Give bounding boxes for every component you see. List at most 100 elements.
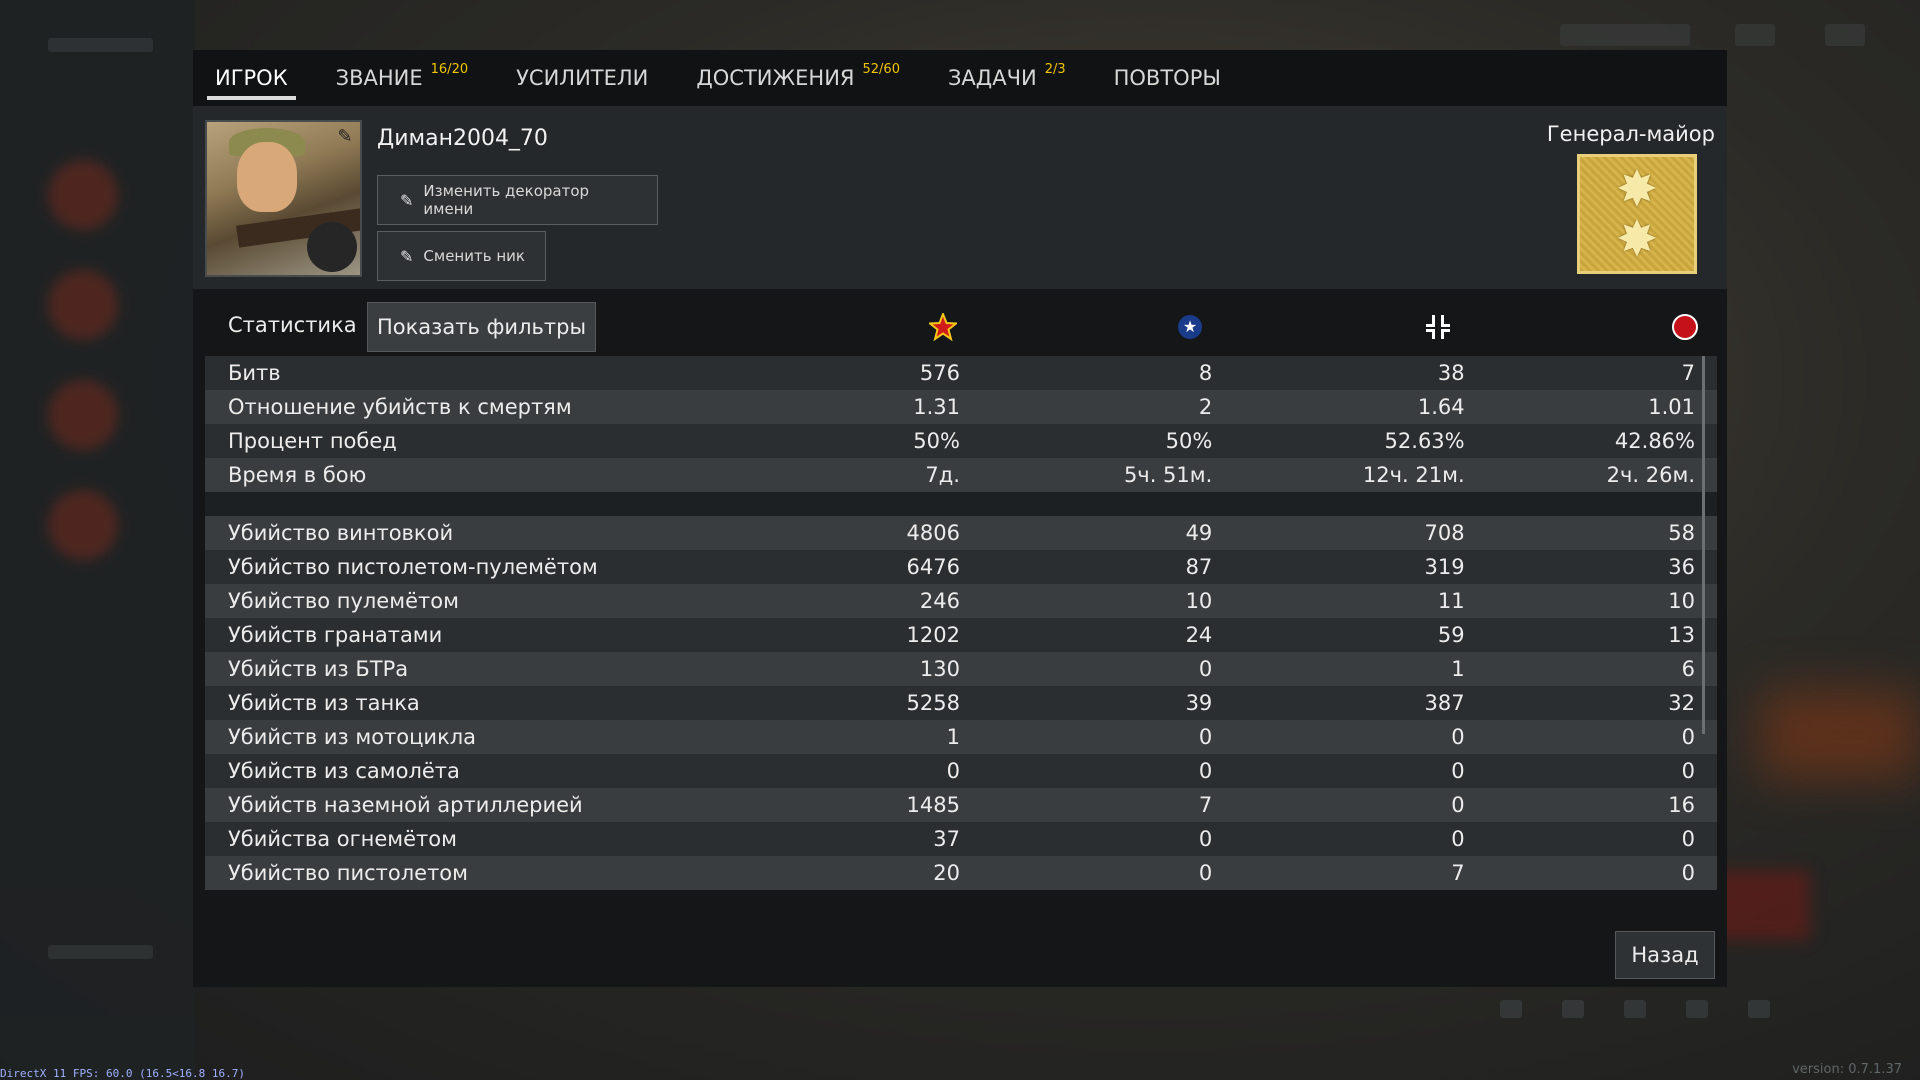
scrollbar[interactable]	[1702, 356, 1705, 734]
background-glow	[1760, 690, 1920, 780]
row-value: 58	[1464, 516, 1717, 550]
row-value: 49	[959, 516, 1213, 550]
table-row: Убийство винтовкой 4806 49 708 58	[205, 516, 1717, 550]
rank-title: Генерал-майор	[1546, 122, 1715, 146]
row-value: 36	[1464, 550, 1717, 584]
row-value: 42.86%	[1464, 424, 1717, 458]
row-value: 10	[1464, 584, 1717, 618]
stats-header: Статистика Показать фильтры ★	[205, 292, 1717, 356]
fps-counter: DirectX 11 FPS: 60.0 (16.5<16.8 16.7)	[0, 1067, 246, 1080]
row-label: Убийств из танка	[205, 686, 816, 720]
row-value: 0	[1464, 856, 1717, 890]
table-row: Убийство пистолетом 20 0 7 0	[205, 856, 1717, 890]
row-value: 0	[1212, 720, 1465, 754]
tab-boosters[interactable]: УСИЛИТЕЛИ	[516, 50, 648, 106]
row-value: 13	[1464, 618, 1717, 652]
change-nick-label: Сменить ник	[423, 247, 525, 265]
row-label: Отношение убийств к смертям	[205, 390, 816, 424]
row-label: Убийство пистолетом	[205, 856, 816, 890]
table-row: Убийства огнемётом 37 0 0 0	[205, 822, 1717, 856]
tab-bar: ИГРОК ЗВАНИЕ 16/20 УСИЛИТЕЛИ ДОСТИЖЕНИЯ 52…	[193, 50, 1727, 106]
row-value: 59	[1212, 618, 1465, 652]
stats-title: Статистика	[228, 313, 357, 337]
row-value: 0	[1212, 788, 1465, 822]
row-value: 20	[815, 856, 960, 890]
pencil-icon[interactable]: ✎	[334, 126, 356, 148]
table-row: Убийств из танка 5258 39 387 32	[205, 686, 1717, 720]
row-value: 8	[959, 356, 1213, 390]
row-value: 32	[1464, 686, 1717, 720]
row-value: 1.01	[1464, 390, 1717, 424]
table-row: Убийств наземной артиллерией 1485 7 0 16	[205, 788, 1717, 822]
version-label: version: 0.7.1.37	[1792, 1062, 1902, 1077]
stats-table: Битв 576 8 38 7 Отношение убийств к смертям 1.…	[205, 356, 1717, 890]
row-value: 1	[815, 720, 960, 754]
row-value: 0	[959, 822, 1213, 856]
row-label: Битв	[205, 356, 816, 390]
avatar[interactable]: ✎	[205, 120, 362, 277]
tab-player[interactable]: ИГРОК	[207, 50, 296, 106]
row-value: 2	[959, 390, 1213, 424]
row-value: 10	[959, 584, 1213, 618]
row-value: 52.63%	[1212, 424, 1465, 458]
tab-tasks[interactable]: ЗАДАЧИ 2/3	[948, 50, 1066, 106]
row-value: 2ч. 26м.	[1464, 458, 1717, 492]
row-value: 0	[1212, 754, 1465, 788]
player-nickname: Диман2004_70	[377, 126, 548, 151]
change-decorator-button[interactable]: ✎ Изменить декоратор имени	[377, 175, 658, 225]
row-value: 1	[1212, 652, 1465, 686]
row-value: 1202	[815, 618, 960, 652]
row-value: 12ч. 21м.	[1212, 458, 1465, 492]
tab-rank[interactable]: ЗВАНИЕ 16/20	[336, 50, 468, 106]
row-value: 37	[815, 822, 960, 856]
tab-achievements[interactable]: ДОСТИЖЕНИЯ 52/60	[696, 50, 900, 106]
row-value: 7	[1212, 856, 1465, 890]
row-value: 24	[959, 618, 1213, 652]
row-value: 576	[815, 356, 960, 390]
tab-replays[interactable]: ПОВТОРЫ	[1114, 50, 1221, 106]
table-row: Время в бою 7д. 5ч. 51м. 12ч. 21м. 2ч. 26м.	[205, 458, 1717, 492]
row-label: Убийств из мотоцикла	[205, 720, 816, 754]
table-row: Процент побед 50% 50% 52.63% 42.86%	[205, 424, 1717, 458]
row-value: 0	[959, 754, 1213, 788]
table-row: Битв 576 8 38 7	[205, 356, 1717, 390]
bg-pill	[1825, 24, 1865, 46]
row-label: Убийство винтовкой	[205, 516, 816, 550]
row-value: 5ч. 51м.	[959, 458, 1213, 492]
tab-badge: 16/20	[430, 61, 469, 77]
background-icons	[1500, 1000, 1770, 1018]
row-value: 0	[1212, 822, 1465, 856]
table-row: Убийство пистолетом-пулемётом 6476 87 319 36	[205, 550, 1717, 584]
bg-blob	[48, 380, 118, 450]
bg-ghost	[48, 38, 153, 52]
row-value: 0	[1464, 754, 1717, 788]
cross-icon	[1423, 312, 1453, 342]
row-value: 319	[1212, 550, 1465, 584]
row-label: Убийств наземной артиллерией	[205, 788, 816, 822]
row-value: 4806	[815, 516, 960, 550]
row-label: Время в бою	[205, 458, 816, 492]
rank-insignia-icon: ✸ ✸	[1577, 154, 1697, 274]
red-circle-icon	[1670, 312, 1700, 342]
row-value: 11	[1212, 584, 1465, 618]
row-value: 0	[959, 720, 1213, 754]
star-icon: ✸	[1616, 160, 1658, 218]
back-button[interactable]: Назад	[1615, 931, 1715, 979]
bg-icon	[1500, 1000, 1522, 1018]
row-value: 708	[1212, 516, 1465, 550]
row-value: 1.31	[815, 390, 960, 424]
show-filters-button[interactable]: Показать фильтры	[367, 302, 596, 352]
table-row: Отношение убийств к смертям 1.31 2 1.64 1.01	[205, 390, 1717, 424]
row-value: 387	[1212, 686, 1465, 720]
red-star-icon	[928, 312, 958, 342]
table-row: Убийств из самолёта 0 0 0 0	[205, 754, 1717, 788]
row-label: Убийств из самолёта	[205, 754, 816, 788]
table-row: Убийств из БТРа 130 0 1 6	[205, 652, 1717, 686]
row-value: 16	[1464, 788, 1717, 822]
row-label: Убийств из БТРа	[205, 652, 816, 686]
row-label: Убийство пистолетом-пулемётом	[205, 550, 816, 584]
row-value: 1.64	[1212, 390, 1465, 424]
row-value: 6476	[815, 550, 960, 584]
bg-pill	[1735, 24, 1775, 46]
change-nick-button[interactable]: ✎ Сменить ник	[377, 231, 546, 281]
